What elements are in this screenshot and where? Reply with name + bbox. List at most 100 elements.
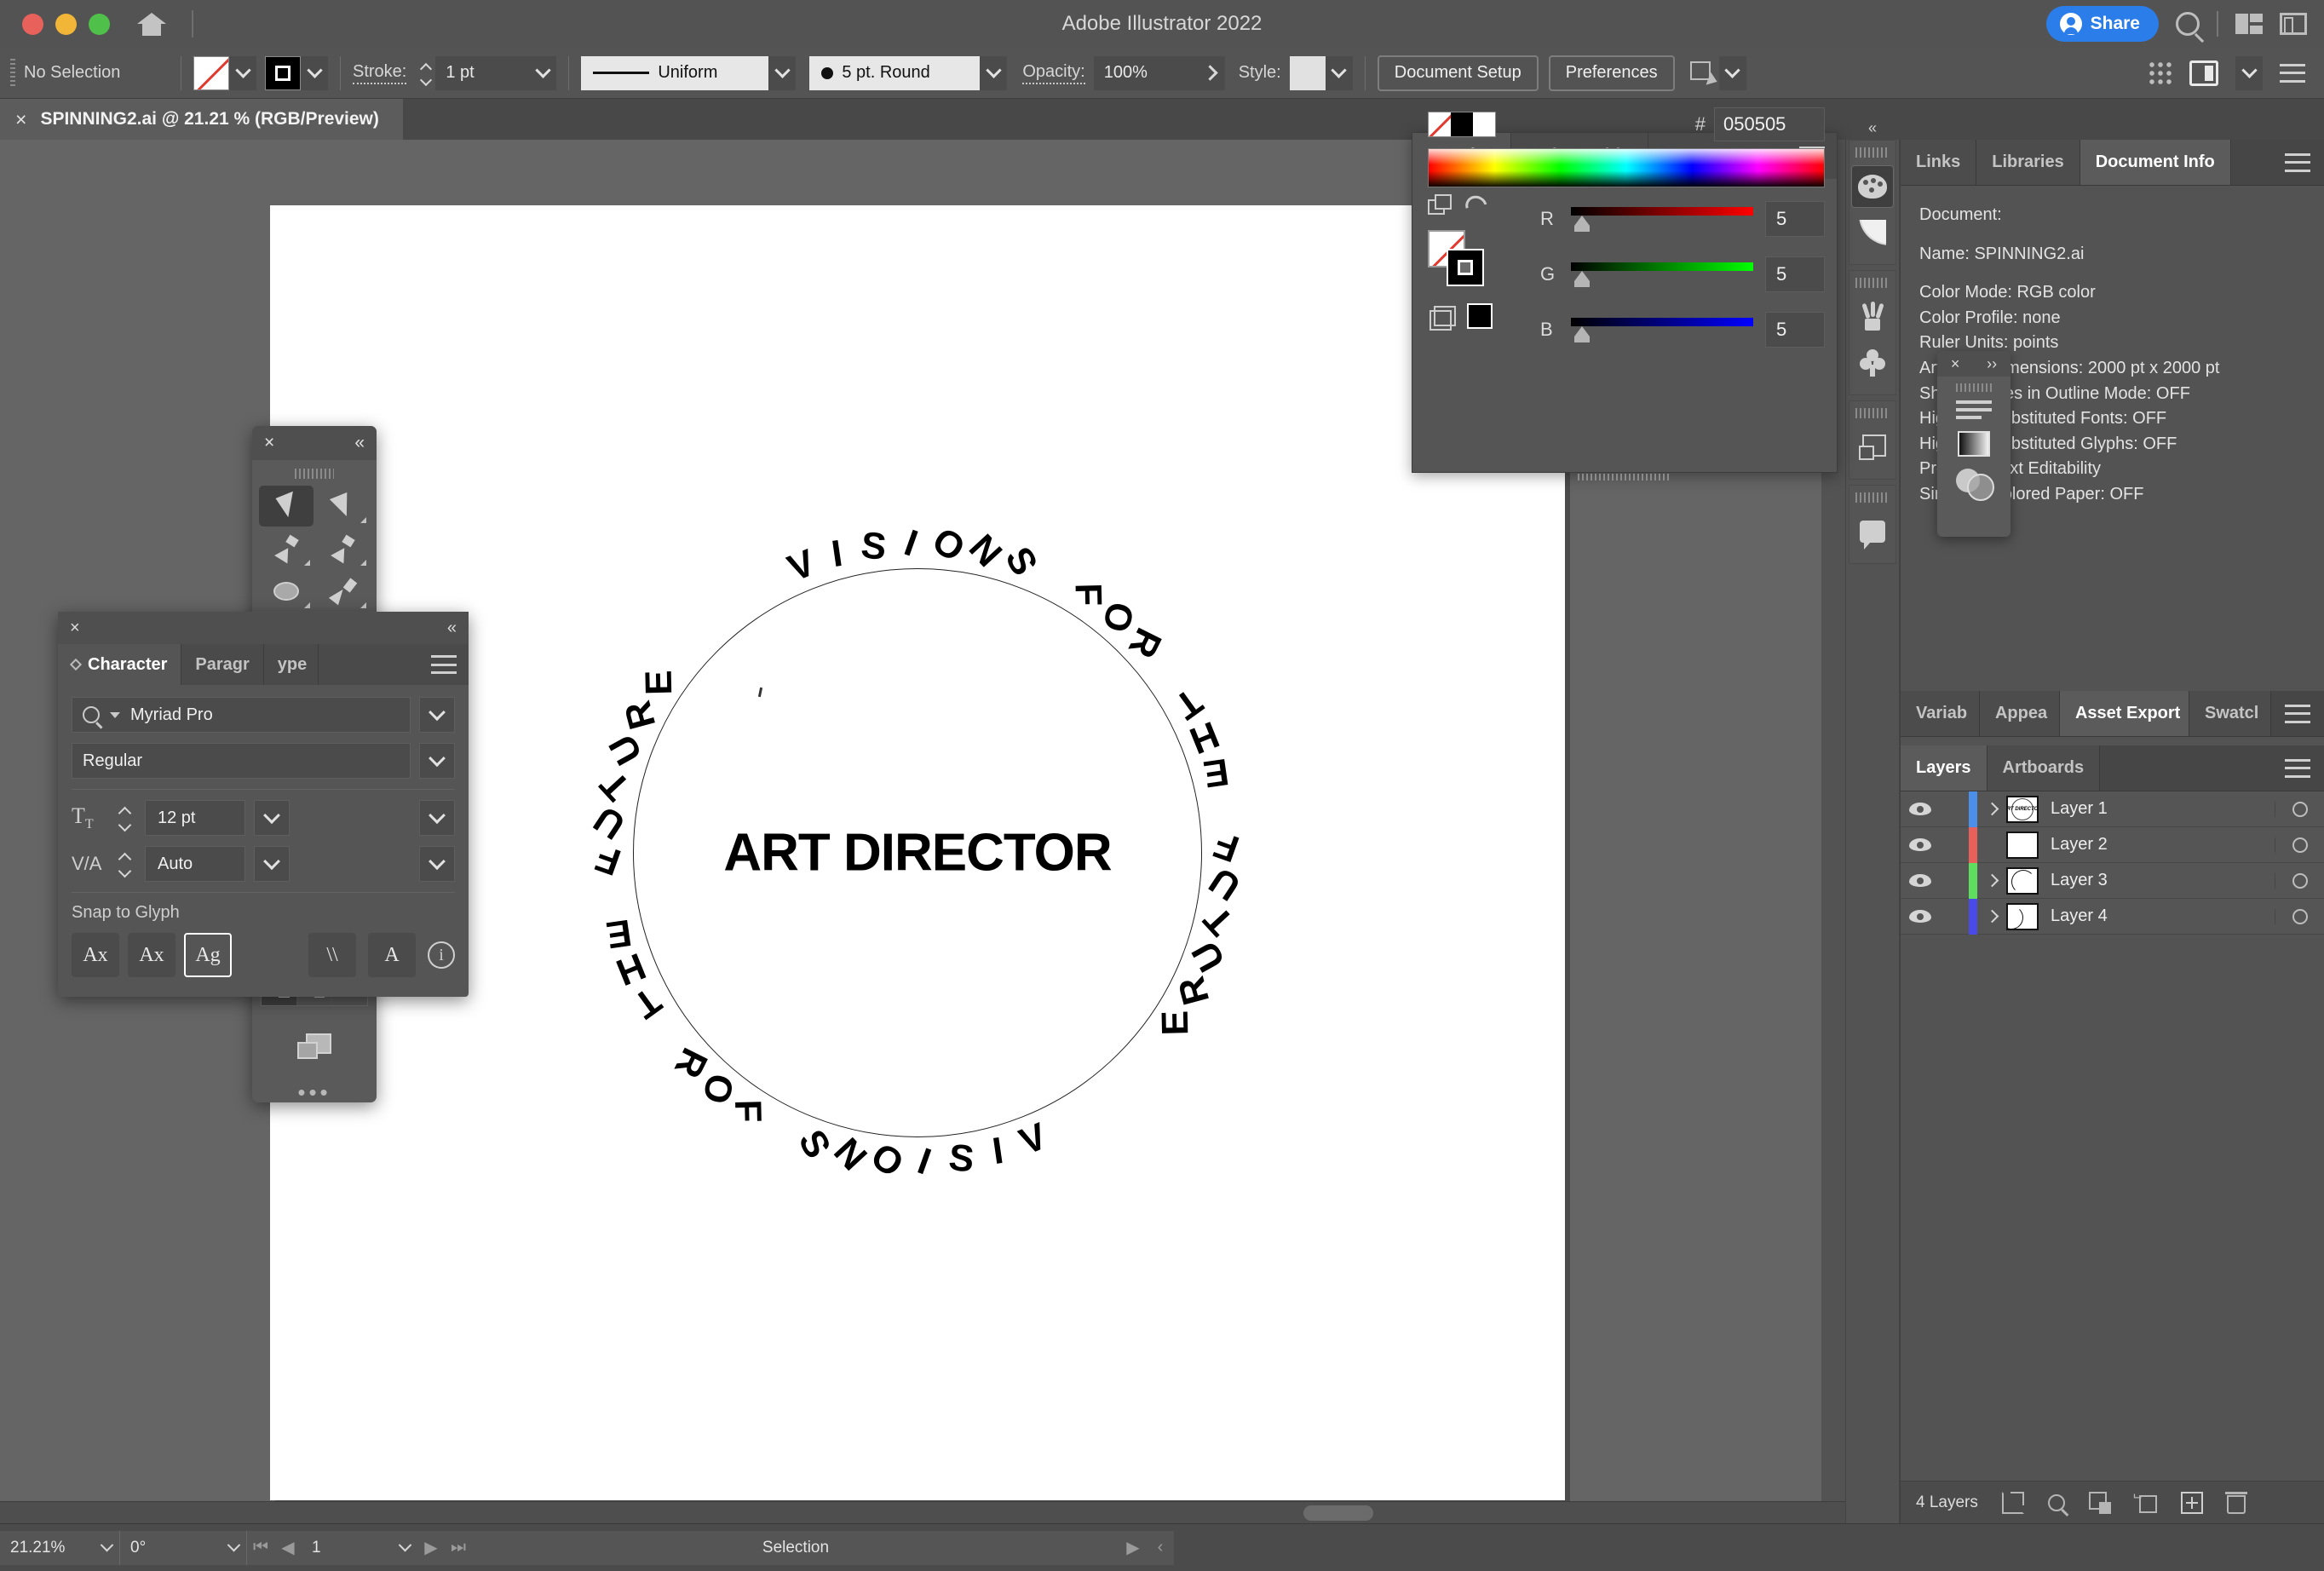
symbols-icon[interactable] <box>1851 342 1894 384</box>
channel-value-b[interactable]: 5 <box>1765 311 1825 348</box>
font-style-caret[interactable] <box>419 743 455 779</box>
stroke-profile-caret[interactable] <box>768 55 797 90</box>
stroke-weight-stepper[interactable] <box>417 56 435 90</box>
workspace-switcher-icon[interactable] <box>2280 13 2307 35</box>
chevron-right-icon[interactable] <box>1977 912 2006 921</box>
control-bar-grip[interactable] <box>10 58 15 88</box>
zoom-level-value[interactable]: 21.21% <box>0 1530 94 1565</box>
next-artboard-button[interactable]: ▶ <box>417 1530 445 1565</box>
swap-fill-stroke-icon[interactable] <box>1428 194 1452 215</box>
collapse-icon[interactable]: « <box>447 619 457 638</box>
screen-mode-button[interactable] <box>252 1013 377 1079</box>
channel-value-g[interactable]: 5 <box>1765 256 1825 292</box>
superscript-icon[interactable]: A <box>368 933 416 977</box>
layer-target-button[interactable] <box>2275 872 2324 889</box>
artboard-number-input[interactable]: 1 <box>302 1530 392 1565</box>
tool-palette-grip[interactable] <box>295 469 334 479</box>
white-swatch[interactable] <box>1473 112 1495 136</box>
layer-target-button[interactable] <box>2275 837 2324 853</box>
direct-selection-tool[interactable] <box>315 486 370 527</box>
layer-target-button[interactable] <box>2275 801 2324 817</box>
table-row[interactable]: Layer 4 <box>1901 898 2324 935</box>
black-swatch[interactable] <box>1467 303 1493 329</box>
tab-layers[interactable]: Layers <box>1901 745 1987 791</box>
tab-paragraph[interactable]: Paragr <box>181 644 264 685</box>
previous-artboard-button[interactable]: ◀ <box>274 1530 302 1565</box>
artboard-number-caret[interactable] <box>392 1530 417 1565</box>
rail-grip[interactable] <box>1855 145 1890 160</box>
none-swatch[interactable] <box>1429 112 1451 136</box>
tab-asset-export[interactable]: Asset Export <box>2059 691 2189 736</box>
rotation-value[interactable]: 0° <box>120 1530 221 1565</box>
share-button[interactable]: Share <box>2045 6 2159 42</box>
snap-xheight-button[interactable]: Ax <box>128 933 175 977</box>
tab-document-info[interactable]: Document Info <box>2080 140 2231 185</box>
black-swatch[interactable] <box>1451 112 1473 136</box>
document-arrange-caret[interactable] <box>2235 55 2263 90</box>
status-text[interactable]: Selection <box>472 1530 1119 1565</box>
swatches-palette-icon[interactable] <box>1851 165 1894 208</box>
search-icon[interactable] <box>2176 12 2200 36</box>
font-size-stepper[interactable] <box>114 800 136 836</box>
preferences-button[interactable]: Preferences <box>1548 55 1675 91</box>
brushes-icon[interactable] <box>1851 296 1894 338</box>
document-setup-button[interactable]: Document Setup <box>1377 55 1539 91</box>
selection-tool[interactable] <box>259 486 314 527</box>
tab-swatches[interactable]: Swatcl <box>2189 691 2271 736</box>
tab-opentype[interactable]: ype <box>263 644 319 685</box>
table-row[interactable]: ART DIRECTOR Layer 1 <box>1901 791 2324 827</box>
panel-menu-icon[interactable] <box>2280 63 2305 83</box>
leading-input[interactable]: Auto <box>145 846 245 882</box>
gradient-icon[interactable] <box>1958 431 1990 457</box>
layer-visibility-toggle[interactable] <box>1901 838 1940 851</box>
snap-baseline-button[interactable]: Ax <box>72 933 119 977</box>
chevron-right-icon[interactable] <box>1977 876 2006 885</box>
character-panel-menu-icon[interactable] <box>419 644 469 685</box>
close-icon[interactable]: × <box>1951 355 1960 373</box>
font-family-input[interactable]: Myriad Pro <box>72 697 411 733</box>
status-menu-button[interactable]: ▶ <box>1119 1530 1147 1565</box>
stroke-weight-caret[interactable] <box>529 55 557 90</box>
color-spectrum-bar[interactable] <box>1428 148 1825 187</box>
paintbrush-tool[interactable] <box>315 571 370 612</box>
status-back-button[interactable]: ‹ <box>1147 1530 1174 1565</box>
tab-artboards[interactable]: Artboards <box>1987 745 2101 791</box>
stroke-profile-field[interactable]: Uniform <box>581 55 769 90</box>
document-arrange-icon[interactable] <box>2189 60 2218 86</box>
mini-panel-header[interactable]: × ›› <box>1937 351 2010 377</box>
fill-swatch[interactable] <box>193 55 229 90</box>
slider-track-g[interactable] <box>1571 257 1753 291</box>
font-family-caret[interactable] <box>419 697 455 733</box>
last-artboard-button[interactable]: ⏭ <box>445 1530 472 1565</box>
revert-default-icon[interactable] <box>1461 192 1492 221</box>
document-info-menu-icon[interactable] <box>2271 140 2324 185</box>
info-icon[interactable]: i <box>428 941 455 969</box>
brush-definition-field[interactable]: 5 pt. Round <box>809 55 981 90</box>
tab-character[interactable]: Character <box>58 644 182 685</box>
new-sublayer-icon[interactable] <box>2135 1492 2157 1514</box>
search-icon[interactable] <box>2047 1493 2065 1511</box>
kerning-caret[interactable] <box>419 800 455 836</box>
quick-swatches[interactable] <box>1428 112 1496 137</box>
align-lines-icon[interactable] <box>1956 400 1992 419</box>
more-tools-button[interactable]: ••• <box>252 1079 377 1113</box>
table-row[interactable]: Layer 3 <box>1901 862 2324 899</box>
align-to-selection-icon[interactable] <box>1689 60 1719 85</box>
mini-panel-grip[interactable] <box>1956 383 1992 392</box>
layers-square-icon[interactable] <box>1851 426 1894 469</box>
chevron-right-icon[interactable] <box>1977 804 2006 814</box>
brush-definition-caret[interactable] <box>980 55 1008 90</box>
slider-track-r[interactable] <box>1571 202 1753 236</box>
stroke-dropdown-caret[interactable] <box>301 55 328 90</box>
tab-links[interactable]: Links <box>1901 140 1977 185</box>
table-row[interactable]: Layer 2 <box>1901 826 2324 863</box>
stroke-swatch[interactable] <box>1447 249 1484 286</box>
layer-name[interactable]: Layer 1 <box>2051 799 2275 819</box>
slider-thumb-r[interactable] <box>1574 215 1591 232</box>
zoom-level-caret[interactable] <box>94 1530 119 1565</box>
slider-thumb-b[interactable] <box>1574 325 1591 342</box>
font-size-caret[interactable] <box>254 800 290 836</box>
ellipse-tool[interactable] <box>259 571 314 612</box>
close-icon[interactable]: × <box>70 619 80 638</box>
rotation-caret[interactable] <box>221 1530 246 1565</box>
